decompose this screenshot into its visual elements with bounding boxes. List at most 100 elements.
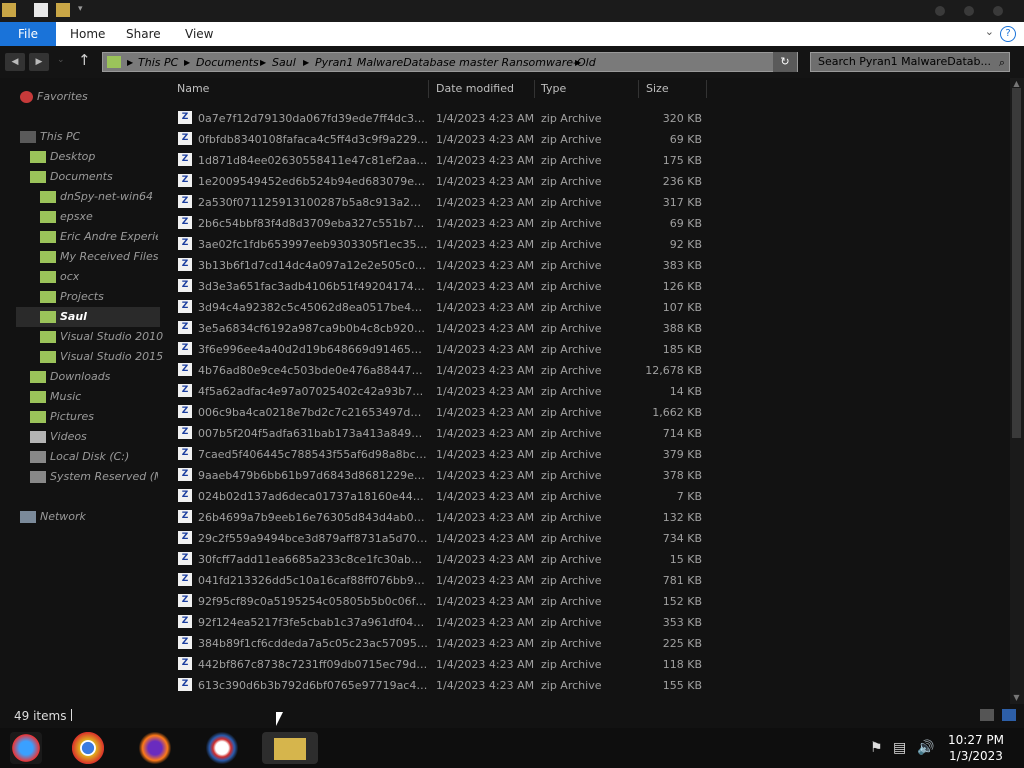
breadcrumb-this-pc[interactable]: This PC bbox=[138, 55, 178, 71]
file-row[interactable]: Z 3e5a6834cf6192a987ca9b0b4c8cb920266... 1… bbox=[176, 318, 706, 339]
properties-icon[interactable] bbox=[34, 3, 48, 17]
file-row[interactable]: Z 007b5f204f5adfa631bab173a413a849da6... 1… bbox=[176, 423, 706, 444]
file-row[interactable]: Z 1d871d84ee02630558411e47c81ef2aa8b... 1/… bbox=[176, 150, 706, 171]
nav-item-favorites[interactable]: Favorites bbox=[20, 87, 88, 107]
new-folder-icon[interactable] bbox=[56, 3, 70, 17]
nav-item-local-disk[interactable]: Local Disk (C:) bbox=[30, 447, 129, 467]
breadcrumb-separator-icon[interactable]: ▶ bbox=[127, 55, 133, 71]
file-row[interactable]: Z 4b76ad80e9ce4c503bde0e476a88447426... 1/… bbox=[176, 360, 706, 381]
nav-item-my-received-files[interactable]: My Received Files bbox=[40, 247, 158, 267]
file-row[interactable]: Z 1e2009549452ed6b524b94ed683079ee60... 1/… bbox=[176, 171, 706, 192]
file-row[interactable]: Z 3b13b6f1d7cd14dc4a097a12e2e505c0a4c... 1… bbox=[176, 255, 706, 276]
nav-item-visual-studio-2015[interactable]: Visual Studio 2015 bbox=[40, 347, 163, 367]
customize-qat-icon[interactable]: ▾ bbox=[78, 4, 83, 14]
large-icons-view-icon[interactable] bbox=[1002, 709, 1016, 721]
tab-view[interactable]: View bbox=[185, 22, 213, 46]
file-row[interactable]: Z 442bf867c8738c7231ff09db0715ec79d0ae...… bbox=[176, 654, 706, 675]
nav-item-saul[interactable]: Saul bbox=[16, 307, 160, 327]
clock[interactable]: 10:27 PM 1/3/2023 bbox=[936, 732, 1016, 764]
file-row[interactable]: Z 92f95cf89c0a5195254c05805b5b0c06f3c7b..… bbox=[176, 591, 706, 612]
scroll-down-arrow-icon[interactable]: ▼ bbox=[1012, 693, 1021, 702]
file-row[interactable]: Z 92f124ea5217f3fe5cbab1c37a961df0437d...… bbox=[176, 612, 706, 633]
tab-file[interactable]: File bbox=[0, 22, 56, 46]
nav-item-this-pc[interactable]: This PC bbox=[20, 127, 80, 147]
scroll-up-arrow-icon[interactable]: ▲ bbox=[1012, 79, 1021, 88]
breadcrumb-separator-icon[interactable]: ▶ bbox=[575, 55, 581, 71]
file-row[interactable]: Z 2b6c54bbf83f4d8d3709eba327c551b7717... 1… bbox=[176, 213, 706, 234]
search-icon[interactable]: ⌕ bbox=[999, 54, 1005, 72]
breadcrumb-current-folder[interactable]: Pyran1 MalwareDatabase master Ransomware… bbox=[315, 55, 596, 71]
nav-item-documents[interactable]: Documents bbox=[30, 167, 113, 187]
nav-item-epsxe[interactable]: epsxe bbox=[40, 207, 93, 227]
file-row[interactable]: Z 384b89f1cf6cddeda7a5c05c23ac5709588... 1… bbox=[176, 633, 706, 654]
nav-item-projects[interactable]: Projects bbox=[40, 287, 104, 307]
column-header-type[interactable]: Type bbox=[541, 82, 566, 95]
file-row[interactable]: Z 29c2f559a9494bce3d879aff8731a5d70a37...… bbox=[176, 528, 706, 549]
firefox-icon[interactable] bbox=[139, 732, 171, 764]
action-center-flag-icon[interactable]: ⚑ bbox=[870, 740, 883, 756]
close-button[interactable] bbox=[993, 6, 1003, 16]
column-divider[interactable] bbox=[706, 80, 707, 98]
network-tray-icon[interactable]: ▤ bbox=[893, 740, 906, 756]
expand-ribbon-icon[interactable]: ⌄ bbox=[985, 25, 994, 38]
column-header-size[interactable]: Size bbox=[646, 82, 669, 95]
file-row[interactable]: Z 0fbfdb8340108fafaca4c5ff4d3c9f9a2296e..… bbox=[176, 129, 706, 150]
breadcrumb-documents[interactable]: Documents bbox=[196, 55, 259, 71]
nav-item-downloads[interactable]: Downloads bbox=[30, 367, 110, 387]
column-divider[interactable] bbox=[534, 80, 535, 98]
vertical-scrollbar[interactable]: ▲ ▼ bbox=[1010, 78, 1024, 704]
file-explorer-taskbar-button[interactable] bbox=[262, 732, 318, 764]
forward-button[interactable]: ▶ bbox=[29, 53, 49, 71]
minimize-button[interactable] bbox=[935, 6, 945, 16]
nav-item-pictures[interactable]: Pictures bbox=[30, 407, 94, 427]
breadcrumb-separator-icon[interactable]: ▶ bbox=[303, 55, 309, 71]
start-orb-icon[interactable] bbox=[10, 732, 42, 764]
file-row[interactable]: Z 3d3e3a651fac3adb4106b51f49204174ae96...… bbox=[176, 276, 706, 297]
nav-item-visual-studio-2010[interactable]: Visual Studio 2010 bbox=[40, 327, 163, 347]
nav-item-network[interactable]: Network bbox=[20, 507, 86, 527]
chrome-icon[interactable] bbox=[72, 732, 104, 764]
search-input[interactable]: Search Pyran1 MalwareDatab... ⌕ bbox=[810, 52, 1010, 72]
file-row[interactable]: Z 0a7e7f12d79130da067fd39ede7ff4dc3dc... 1… bbox=[176, 108, 706, 129]
file-row[interactable]: Z 3ae02fc1fdb653997eeb9303305f1ec35db... 1… bbox=[176, 234, 706, 255]
address-bar[interactable]: ▶ This PC ▶ Documents ▶ Saul ▶ Pyran1 Ma… bbox=[102, 52, 798, 72]
help-icon[interactable]: ? bbox=[1000, 26, 1016, 42]
file-row[interactable]: Z 024b02d137ad6deca01737a18160e4406d... 1/… bbox=[176, 486, 706, 507]
file-row[interactable]: Z 3d94c4a92382c5c45062d8ea0517be4011b... 1… bbox=[176, 297, 706, 318]
breadcrumb-saul[interactable]: Saul bbox=[272, 55, 296, 71]
volume-icon[interactable]: 🔊 bbox=[917, 740, 934, 756]
nav-item-desktop[interactable]: Desktop bbox=[30, 147, 95, 167]
breadcrumb-separator-icon[interactable]: ▶ bbox=[184, 55, 190, 71]
file-row[interactable]: Z 613c390d6b3b792d6bf0765e97719ac4278... 1… bbox=[176, 675, 706, 696]
back-button[interactable]: ◀ bbox=[5, 53, 25, 71]
nav-item-eric-andre[interactable]: Eric Andre Experien bbox=[40, 227, 158, 247]
column-header-name[interactable]: Name bbox=[177, 82, 209, 95]
file-row[interactable]: Z 2a530f071125913100287b5a8c913a26e91... 1… bbox=[176, 192, 706, 213]
refresh-button[interactable]: ↻ bbox=[773, 52, 797, 72]
file-row[interactable]: Z 006c9ba4ca0218e7bd2c7c21653497d3215... 1… bbox=[176, 402, 706, 423]
details-view-icon[interactable] bbox=[980, 709, 994, 721]
file-row[interactable]: Z 041fd213326dd5c10a16caf88ff076bb98c6...… bbox=[176, 570, 706, 591]
nav-item-videos[interactable]: Videos bbox=[30, 427, 87, 447]
file-row[interactable]: Z 30fcff7add11ea6685a233c8ce1fc30abe67...… bbox=[176, 549, 706, 570]
tab-home[interactable]: Home bbox=[70, 22, 105, 46]
up-arrow-icon[interactable]: ↑ bbox=[78, 51, 91, 69]
column-header-date-modified[interactable]: Date modified bbox=[436, 82, 514, 95]
nav-item-system-reserved[interactable]: System Reserved (M: bbox=[30, 467, 158, 487]
column-divider[interactable] bbox=[428, 80, 429, 98]
maximize-button[interactable] bbox=[964, 6, 974, 16]
obama-logo-icon[interactable] bbox=[206, 732, 238, 764]
file-row[interactable]: Z 9aaeb479b6bb61b97d6843d8681229ec18... 1/… bbox=[176, 465, 706, 486]
recent-locations-icon[interactable]: ⌄ bbox=[57, 55, 65, 65]
file-row[interactable]: Z 26b4699a7b9eeb16e76305d843d4ab05e... 1/4… bbox=[176, 507, 706, 528]
nav-item-dnspy[interactable]: dnSpy-net-win64 bbox=[40, 187, 153, 207]
file-row[interactable]: Z 3f6e996ee4a40d2d19b648669d91465626... 1/… bbox=[176, 339, 706, 360]
file-row[interactable]: Z 4f5a62adfac4e97a07025402c42a93b7bf6... 1… bbox=[176, 381, 706, 402]
column-divider[interactable] bbox=[638, 80, 639, 98]
breadcrumb-separator-icon[interactable]: ▶ bbox=[260, 55, 266, 71]
explorer-folder-icon[interactable] bbox=[2, 3, 16, 17]
nav-item-music[interactable]: Music bbox=[30, 387, 81, 407]
file-row[interactable]: Z 7caed5f406445c788543f55af6d98a8bc4f0...… bbox=[176, 444, 706, 465]
tab-share[interactable]: Share bbox=[126, 22, 161, 46]
scrollbar-thumb[interactable] bbox=[1012, 88, 1021, 438]
